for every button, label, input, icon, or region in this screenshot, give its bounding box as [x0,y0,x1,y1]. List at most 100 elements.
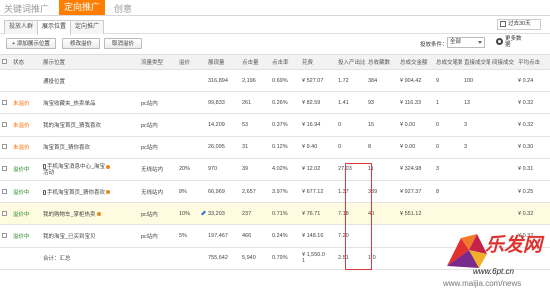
cell-ctr: 0.79% [270,247,300,270]
cell-fav: 15 [366,113,398,137]
cell-clicks: 237 [240,202,270,226]
subtab-placement[interactable]: 展示位置 [37,20,72,35]
traffic-type: 无线站内 [139,158,177,181]
cell-orders: 3 [434,158,462,181]
cell-gmv: ¥ 116.33 [398,91,434,115]
tab-creative[interactable]: 创意 [114,2,132,15]
cell-gmv [398,247,434,270]
cell-gmv: ¥ 927.37 [398,180,434,204]
cell-cost: ¥ 76.71 [300,202,336,226]
row-checkbox-cell [0,69,11,93]
edit-cell [199,180,206,204]
cell-fav: 8 [366,136,398,159]
cell-clicks: 53 [240,113,270,137]
column-header[interactable]: 投入产出比 [336,54,366,70]
cell-cpc: ¥ 0.25 [516,180,550,204]
date-range-value: 过去30天 [508,21,531,27]
column-header: 展示位置 [41,54,139,70]
top-nav: 关键词推广 定向推广 创意 [0,0,550,16]
cost-value: ¥ 1,550.0 [302,252,325,259]
row-checkbox[interactable] [2,188,7,194]
filter-select[interactable]: 全部 [447,37,485,48]
watermark-logo: 乐发网 www.6pt.cn www.maijia.com/news [443,228,548,290]
cell-indirect [490,113,516,137]
cell-impressions: 316,894 [206,69,240,93]
row-checkbox[interactable] [2,210,7,216]
cell-cpc: ¥ 0.30 [516,136,550,159]
status-badge: 溢价中 [11,224,41,248]
column-header[interactable]: 总成交笔数 [434,54,462,70]
column-header[interactable]: 总收藏数 [366,54,398,70]
cell-gmv: ¥ 551.12 [398,202,434,226]
row-checkbox[interactable] [2,232,7,238]
row-checkbox[interactable] [2,166,7,172]
subtab-audience[interactable]: 投放人群 [4,20,39,34]
cell-ctr: 0.71% [270,202,300,226]
cell-clicks: 39 [240,158,270,181]
row-checkbox-cell [0,136,11,159]
cell-roi: 1.72 [336,69,366,93]
table-row[interactable]: 溢价中 手机淘宝首页_猜你喜欢 无线站内 8% 66,969 2,657 3.97% ¥ 67… [0,180,550,204]
select-all-checkbox[interactable] [2,59,7,65]
table-row[interactable]: 溢价中 我的购物车_掌柜热卖 pc站内 10% 33,203 237 0.71% ¥ 76.7… [0,202,550,226]
settings-icon [106,164,111,169]
traffic-type: pc站内 [139,202,177,226]
row-checkbox[interactable] [2,122,7,128]
column-header[interactable]: 点击率 [270,54,300,70]
watermark-text: 乐发网 [485,234,543,256]
cell-cost: ¥ 12.02 [300,158,336,181]
column-header: 状态 [11,54,41,70]
cell-impressions: 14,209 [206,113,240,137]
date-range-picker[interactable]: 过去30天 [497,19,541,30]
column-header[interactable]: 花费 [300,54,336,70]
table-row[interactable]: 未溢价 淘宝首页_猜你喜欢 pc站内 26,095 31 0.12% ¥ 9.40 0 8 ¥ 0… [0,136,550,159]
cancel-premium-button[interactable]: 取消溢价 [104,38,142,49]
cell-cpc: ¥ 0.24 [516,69,550,93]
status-badge: 溢价中 [11,202,41,226]
row-checkbox-cell [0,91,11,115]
cell-gmv: ¥ 0.00 [398,113,434,137]
add-placement-button[interactable]: + 添加展示位置 [6,38,56,49]
placement-name-text: 手机淘宝消息中心_淘宝 [47,164,106,171]
column-header[interactable]: 总成交金额 [398,54,434,70]
column-header[interactable]: 间接成交 [490,54,516,70]
traffic-type: 无线站内 [139,180,177,204]
cell-indirect [490,180,516,204]
table-row[interactable]: 通投位置 316,894 2,196 0.69% ¥ 527.07 1.72 384 ¥ 90… [0,69,550,93]
column-header[interactable]: 直接成交笔数 [462,54,490,70]
cell-orders: 0 [434,136,462,159]
edit-pencil-icon[interactable] [201,210,206,216]
cell-clicks: 2,657 [240,180,270,204]
column-header [0,54,11,70]
placement-name-text: 手机淘宝首页_猜你喜欢 [47,189,106,196]
status-badge: 未溢价 [11,91,41,115]
premium-value: 5% [177,224,199,248]
cell-impressions: 197,467 [206,224,240,248]
table-row[interactable]: 未溢价 淘宝收藏夹_热卖单品 pc站内 99,833 261 0.26% ¥ 82.59 1.… [0,91,550,115]
cell-ctr: 0.26% [270,91,300,115]
edit-premium-button[interactable]: 修改溢价 [62,38,100,49]
premium-value [177,91,199,115]
cell-direct [462,158,490,181]
settings-icon [96,212,101,217]
tab-targeted-promotion[interactable]: 定向推广 [59,0,106,15]
status-badge: 溢价中 [11,180,41,204]
cost-value-line2: 1 [302,258,306,265]
column-header[interactable]: 点击量 [240,54,270,70]
tab-keyword-promotion[interactable]: 关键词推广 [4,2,49,15]
column-header[interactable]: 平均点击 [516,54,550,70]
placement-name-text: 合计：汇总 [43,256,71,263]
row-checkbox[interactable] [2,144,7,150]
table-row[interactable]: 溢价中 手机淘宝消息中心_淘宝 活动 无线站内 20% 970 39 4.02% ¥ 12.02… [0,158,550,181]
cell-cost: ¥ 527.07 [300,69,336,93]
column-header[interactable]: 展现量 [206,54,240,70]
more-data-button[interactable]: 更多数据 [496,36,525,48]
subtab-targeted[interactable]: 定向推广 [70,20,105,34]
row-checkbox[interactable] [2,99,7,105]
cell-indirect [490,202,516,226]
cell-cost: ¥ 9.40 [300,136,336,159]
cell-fav: 93 [366,91,398,115]
cell-impressions: 66,969 [206,180,240,204]
table-row[interactable]: 未溢价 我的淘宝首页_猜我喜欢 pc站内 14,209 53 0.37% ¥ 16.94 0 1… [0,113,550,137]
status-badge [11,247,41,270]
